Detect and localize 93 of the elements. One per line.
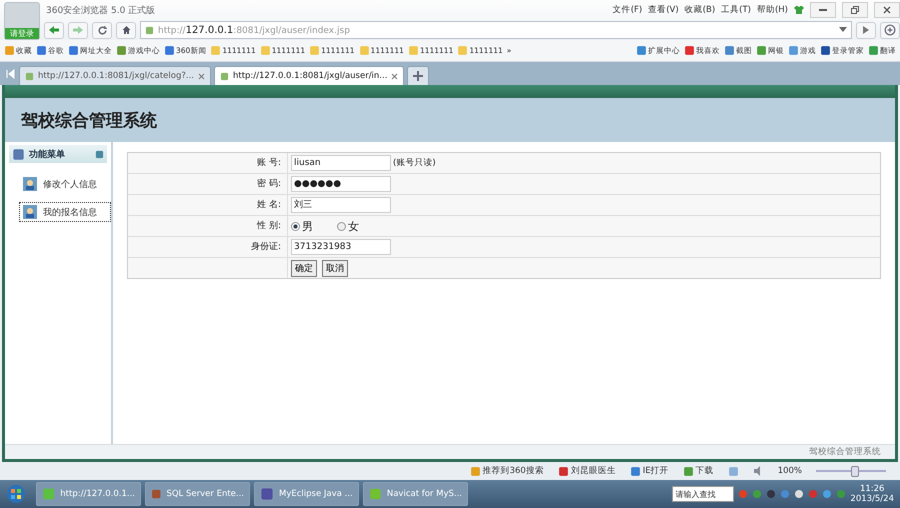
go-button[interactable] [856,22,876,38]
search-field[interactable]: 请输入查找 [672,486,734,502]
status-item[interactable]: 推荐到360搜索 [470,465,544,477]
close-icon [883,6,891,14]
tray-icon[interactable] [766,489,776,499]
play-icon [863,26,869,34]
shield-button[interactable] [880,22,900,38]
menu-item[interactable]: 工具(T) [721,4,751,16]
status-icon [630,466,641,476]
dropdown-caret-icon[interactable] [839,27,847,33]
extension-icon [756,45,767,56]
tray-icon[interactable] [752,489,762,499]
refresh-icon [96,24,108,36]
status-item[interactable]: IE打开 [630,465,669,477]
window-title: 360安全浏览器 5.0 正式版 [46,4,156,16]
radio-button[interactable] [337,222,346,230]
restore-icon [851,6,859,14]
browser-tab[interactable]: http://127.0.0.1:8081/jxgl/catelog?... [19,66,211,85]
shirt-icon[interactable] [794,5,804,15]
refresh-button[interactable] [92,22,112,38]
minimize-icon [819,9,827,11]
radio-button[interactable] [291,222,300,230]
page-icon [220,72,229,80]
field-note: (账号只读) [393,157,436,169]
app-icon [151,487,162,501]
minimize-button[interactable] [810,2,836,18]
zoom-level[interactable]: 100% [778,466,802,476]
status-icon [470,466,481,476]
page-icon [145,26,154,34]
forward-arrow-icon [72,25,84,35]
plus-icon [413,71,424,81]
restore-button[interactable] [842,2,868,18]
footer-text: 驾校综合管理系统 [809,446,881,458]
user-card-icon [22,204,38,220]
app-icon [42,487,56,501]
status-item[interactable]: 下载 [682,465,714,477]
zoom-thumb[interactable] [850,466,858,476]
sidebar-item[interactable]: 修改个人信息 [19,174,111,194]
sidebar-toggle-icon[interactable] [6,68,16,78]
field-label: 姓 名: [128,195,288,215]
plus-circle-icon [884,24,896,36]
site-icon [116,45,127,56]
input-field[interactable]: 刘三 [291,197,391,213]
extension-icon [820,45,831,56]
form-button[interactable]: 取消 [322,260,348,276]
menu-item[interactable]: 帮助(H) [756,4,788,16]
field-label: 账 号: [128,153,288,173]
address-field[interactable]: http://127.0.0.1:8081/jxgl/auser/index.jsp [140,21,852,39]
windows-logo-icon [6,484,26,504]
tray-icon[interactable] [794,489,804,499]
form-button[interactable]: 确定 [291,260,317,276]
app-icon [260,487,274,501]
menu-title: 功能菜单 [29,148,65,160]
page-icon [25,72,34,80]
extension-icon [636,45,647,56]
input-field[interactable]: liusan [291,155,391,171]
site-icon [68,45,79,56]
input-field[interactable]: ●●●●●● [291,176,391,192]
menu-item[interactable]: 文件(F) [612,4,642,16]
screen-icon [728,466,739,476]
status-icon [558,466,569,476]
close-icon[interactable] [391,72,398,80]
clock-date: 2013/5/24 [850,494,894,504]
sidebar-item[interactable]: 我的报名信息 [19,202,111,222]
app-icon [369,487,382,501]
home-button[interactable] [116,22,136,38]
status-icon [682,466,694,476]
site-icon [36,45,47,56]
menu-item[interactable]: 收藏(B) [684,4,716,16]
user-card-icon [22,176,38,192]
radio-label[interactable]: 女 [348,218,359,234]
site-icon [164,45,175,56]
close-icon[interactable] [198,72,205,80]
app-title: 驾校综合管理系统 [21,110,157,132]
radio-label[interactable]: 男 [302,218,313,234]
home-icon [120,25,132,35]
field-label: 身份证: [128,237,288,257]
back-arrow-icon [48,25,60,35]
status-item[interactable]: 刘昆眼医生 [558,465,616,477]
close-button[interactable] [874,2,900,18]
extension-icon [788,45,799,56]
field-label: 密 码: [128,174,288,194]
browser-tab[interactable]: http://127.0.0.1:8081/jxgl/auser/in... [214,66,404,85]
extension-icon [724,45,735,56]
new-tab-button[interactable] [407,66,430,85]
extension-icon [684,45,695,56]
field-label: 性 别: [128,216,288,236]
input-field[interactable]: 3713231983 [291,239,391,255]
menu-item[interactable]: 查看(V) [648,4,679,16]
back-button[interactable] [44,22,64,38]
extension-icon [868,45,879,56]
clock-time: 11:26 [860,484,884,494]
tray-icon[interactable] [822,489,832,499]
